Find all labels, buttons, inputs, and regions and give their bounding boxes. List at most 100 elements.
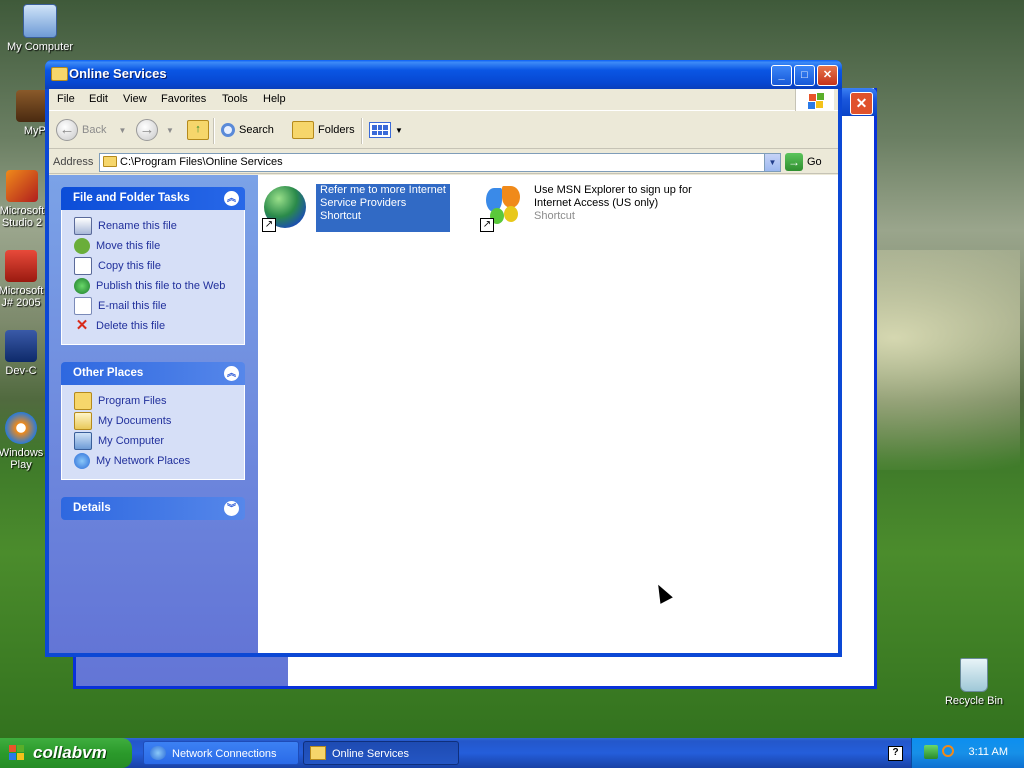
task-email-file[interactable]: E-mail this file xyxy=(74,296,244,316)
collapse-chevron-icon[interactable]: ︽ xyxy=(224,366,239,381)
explorer-window[interactable]: Online Services _ □ ✕ File Edit View Fav… xyxy=(45,60,842,657)
my-documents-icon xyxy=(74,412,92,430)
file-name-line: Service Providers xyxy=(320,197,407,209)
folders-label: Folders xyxy=(318,124,355,136)
menu-favorites[interactable]: Favorites xyxy=(161,93,206,105)
task-rename-file[interactable]: Rename this file xyxy=(74,216,244,236)
shortcut-arrow-icon: ↗ xyxy=(480,218,494,232)
globe-icon xyxy=(74,278,90,294)
file-name-line: Use MSN Explorer to sign up for xyxy=(534,184,692,196)
task-label: Move this file xyxy=(96,240,161,252)
back-arrow-icon: ← xyxy=(56,119,78,141)
windows-flag-icon xyxy=(9,745,25,761)
menu-help[interactable]: Help xyxy=(263,93,286,105)
panel-header[interactable]: File and Folder Tasks ︽ xyxy=(61,187,245,210)
task-move-file[interactable]: Move this file xyxy=(74,236,244,256)
back-button[interactable]: ← Back ▼ xyxy=(56,119,126,141)
back-label: Back xyxy=(82,124,107,136)
desktop-icon-recycle-bin[interactable]: Recycle Bin xyxy=(934,658,1014,707)
file-name-line: Refer me to more Internet xyxy=(320,184,446,196)
menu-edit[interactable]: Edit xyxy=(89,93,108,105)
close-icon[interactable]: ✕ xyxy=(850,92,873,115)
globe-icon: ↗ xyxy=(262,184,310,232)
views-button[interactable]: ▼ xyxy=(369,119,403,141)
folders-icon xyxy=(292,121,314,139)
place-label: My Computer xyxy=(98,435,165,447)
file-item-msn-explorer[interactable]: ↗ Use MSN Explorer to sign up for Intern… xyxy=(480,184,692,232)
close-button[interactable]: ✕ xyxy=(817,65,838,86)
search-label: Search xyxy=(239,124,274,136)
search-tray-icon[interactable] xyxy=(942,745,954,757)
desktop-icon-label: My Computer xyxy=(6,41,74,53)
folder-icon xyxy=(51,67,68,81)
task-label: Rename this file xyxy=(98,220,177,232)
place-my-computer[interactable]: My Computer xyxy=(74,431,244,451)
desktop-icon-my-computer[interactable]: My Computer xyxy=(0,4,80,53)
desktop-icon-jsharp[interactable]: Microsoft J# 2005 xyxy=(0,250,46,309)
panel-header[interactable]: Details ︾ xyxy=(61,497,245,520)
forward-arrow-icon: → xyxy=(136,119,158,141)
file-item-isp-shortcut[interactable]: ↗ Refer me to more Internet Service Prov… xyxy=(262,184,450,232)
file-list: ↗ Refer me to more Internet Service Prov… xyxy=(258,175,838,653)
network-tray-icon[interactable] xyxy=(924,745,938,759)
place-my-network-places[interactable]: My Network Places xyxy=(74,451,244,471)
details-panel: Details ︾ xyxy=(61,497,245,520)
address-dropdown-button[interactable]: ▼ xyxy=(764,154,780,171)
menu-view[interactable]: View xyxy=(123,93,147,105)
go-label: Go xyxy=(807,156,822,168)
task-online-services[interactable]: Online Services xyxy=(303,741,459,765)
task-publish-web[interactable]: Publish this file to the Web xyxy=(74,276,244,296)
folder-icon xyxy=(310,746,326,760)
file-type: Shortcut xyxy=(320,210,361,222)
start-button[interactable]: collabvm xyxy=(0,738,132,768)
recycle-bin-icon xyxy=(960,658,988,692)
window-titlebar[interactable]: Online Services _ □ ✕ xyxy=(45,60,842,89)
dropdown-arrow-icon[interactable]: ▼ xyxy=(166,126,174,135)
expand-chevron-icon[interactable]: ︾ xyxy=(224,501,239,516)
place-label: My Network Places xyxy=(96,455,191,467)
start-label: collabvm xyxy=(33,743,107,762)
desktop-icon-label: Dev-C xyxy=(5,365,37,377)
help-icon[interactable]: ? xyxy=(888,746,903,761)
media-player-icon xyxy=(5,412,37,444)
dropdown-arrow-icon[interactable]: ▼ xyxy=(395,126,403,135)
desktop-icon-label: Microsoft J# 2005 xyxy=(0,285,44,309)
window-title: Online Services xyxy=(69,66,167,81)
place-program-files[interactable]: Program Files xyxy=(74,391,244,411)
collapse-chevron-icon[interactable]: ︽ xyxy=(224,191,239,206)
forward-button[interactable]: → ▼ xyxy=(136,119,174,141)
folders-button[interactable]: Folders xyxy=(292,119,355,141)
panel-header[interactable]: Other Places ︽ xyxy=(61,362,245,385)
toolbar-separator xyxy=(361,118,363,144)
dropdown-arrow-icon[interactable]: ▼ xyxy=(118,126,126,135)
folder-icon xyxy=(103,156,117,167)
desktop-icon-media-player[interactable]: Windows Play xyxy=(0,412,46,471)
task-delete-file[interactable]: ✕ Delete this file xyxy=(74,316,244,336)
network-places-icon xyxy=(74,453,90,469)
views-icon xyxy=(369,122,391,138)
task-network-connections[interactable]: Network Connections xyxy=(143,741,299,765)
standard-toolbar: ← Back ▼ → ▼ ↑ Search Folders ▼ xyxy=(49,112,838,149)
file-folder-tasks-panel: File and Folder Tasks ︽ Rename this file… xyxy=(61,187,245,345)
app-icon xyxy=(16,90,48,122)
desktop-icon-visual-studio[interactable]: Microsoft Studio 2 xyxy=(0,170,46,229)
menu-tools[interactable]: Tools xyxy=(222,93,248,105)
address-input[interactable]: C:\Program Files\Online Services ▼ xyxy=(99,153,781,172)
other-places-panel: Other Places ︽ Program Files My Document… xyxy=(61,362,245,480)
menu-file[interactable]: File xyxy=(57,93,75,105)
maximize-button[interactable]: □ xyxy=(794,65,815,86)
go-button[interactable]: → Go xyxy=(785,153,822,171)
task-label: Network Connections xyxy=(172,748,277,760)
system-tray: 3:11 AM xyxy=(911,738,1024,768)
task-pane: File and Folder Tasks ︽ Rename this file… xyxy=(49,175,258,653)
minimize-button[interactable]: _ xyxy=(771,65,792,86)
network-icon xyxy=(150,746,166,760)
up-folder-button[interactable]: ↑ xyxy=(187,119,209,141)
place-my-documents[interactable]: My Documents xyxy=(74,411,244,431)
clock[interactable]: 3:11 AM xyxy=(968,746,1008,758)
address-value: C:\Program Files\Online Services xyxy=(120,156,283,168)
task-copy-file[interactable]: Copy this file xyxy=(74,256,244,276)
devcpp-icon xyxy=(5,330,37,362)
desktop-icon-devcpp[interactable]: Dev-C xyxy=(0,330,46,377)
search-button[interactable]: Search xyxy=(221,119,274,141)
